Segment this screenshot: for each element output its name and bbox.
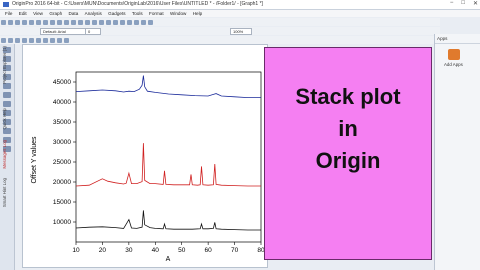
style-toolbar [0, 36, 440, 44]
window-title: OriginPro 2016 64-bit - C:\Users\MUN\Doc… [12, 1, 263, 7]
data-selector-icon[interactable] [3, 83, 11, 89]
new-matrix-icon[interactable] [50, 19, 55, 25]
tab-quick-help[interactable]: Quick Help [2, 108, 7, 129]
stack-plot-chart: 10 20 30 40 50 60 70 80 10000150002000025000300… [31, 71, 265, 263]
line-color-icon[interactable] [50, 37, 55, 43]
y-tick-label: 20000 [53, 179, 71, 186]
menu-format[interactable]: Format [149, 10, 164, 17]
y-tick-label: 45000 [53, 79, 71, 86]
superscript-icon[interactable] [22, 37, 27, 43]
standard-toolbar [0, 18, 440, 26]
series-line-1 [75, 75, 261, 98]
font-color-icon[interactable] [43, 37, 48, 43]
title-overlay-panel: Stack plot in Origin [264, 47, 432, 260]
series-line-3 [75, 210, 261, 231]
refresh-icon[interactable] [64, 19, 69, 25]
menu-edit[interactable]: Edit [19, 10, 27, 17]
y-axis-label: Offset Y values [31, 136, 38, 184]
overlay-line-2: in [338, 116, 358, 141]
bold-icon[interactable] [1, 37, 6, 43]
pattern-icon[interactable] [64, 37, 69, 43]
draw-data-icon[interactable] [3, 101, 11, 107]
rescale-icon[interactable] [78, 19, 83, 25]
x-tick-label: 50 [178, 247, 186, 254]
y-tick-label: 15000 [53, 199, 71, 206]
font-size-select[interactable]: 0 [85, 28, 101, 35]
y-tick-label: 25000 [53, 159, 71, 166]
menu-data[interactable]: Data [69, 10, 79, 17]
menu-file[interactable]: File [5, 10, 12, 17]
series-layer [75, 75, 261, 231]
menu-graph[interactable]: Graph [49, 10, 62, 17]
results-log-icon[interactable] [113, 19, 118, 25]
x-tick-label: 20 [99, 247, 107, 254]
menu-analysis[interactable]: Analysis [85, 10, 102, 17]
overlay-line-3: Origin [315, 148, 381, 173]
redo-icon[interactable] [148, 19, 153, 25]
x-axis-ticks: 10 20 30 40 50 60 70 80 [72, 242, 265, 254]
menu-gadgets[interactable]: Gadgets [108, 10, 125, 17]
y-tick-label: 10000 [53, 219, 71, 226]
undo-icon[interactable] [141, 19, 146, 25]
title-bar: OriginPro 2016 64-bit - C:\Users\MUN\Doc… [0, 0, 480, 10]
series-line-2 [75, 143, 261, 187]
x-tick-label: 60 [205, 247, 213, 254]
menu-window[interactable]: Window [170, 10, 186, 17]
x-tick-label: 70 [231, 247, 239, 254]
italic-icon[interactable] [8, 37, 13, 43]
project-icon[interactable] [120, 19, 125, 25]
underline-icon[interactable] [15, 37, 20, 43]
zoom-select[interactable]: 100% [230, 28, 252, 35]
minimize-button[interactable]: − [450, 0, 454, 9]
maximize-button[interactable]: □ [461, 0, 465, 9]
plot-frame [75, 71, 262, 243]
origin-app-icon [3, 2, 9, 7]
tab-project-explorer[interactable]: Project Explorer (1) [2, 46, 7, 84]
mask-tool-icon[interactable] [3, 92, 11, 98]
legend-icon[interactable] [92, 19, 97, 25]
greek-icon[interactable] [36, 37, 41, 43]
code-builder-icon[interactable] [127, 19, 132, 25]
x-axis-label: A [166, 256, 171, 263]
add-apps-label[interactable]: Add Apps [444, 62, 463, 67]
y-tick-label: 40000 [53, 99, 71, 106]
save-icon[interactable] [15, 19, 20, 25]
layer-icon[interactable] [99, 19, 104, 25]
copy-icon[interactable] [29, 19, 34, 25]
subscript-icon[interactable] [29, 37, 34, 43]
x-tick-label: 40 [152, 247, 160, 254]
add-layer-icon[interactable] [85, 19, 90, 25]
graph-window[interactable]: 10 20 30 40 50 60 70 80 10000 15000 20000 25000 300… [22, 44, 268, 268]
duplicate-icon[interactable] [134, 19, 139, 25]
apps-panel: Apps Add Apps [434, 34, 480, 270]
menu-bar: File Edit View Graph Data Analysis Gadge… [0, 10, 480, 17]
y-tick-label: 30000 [53, 139, 71, 146]
menu-view[interactable]: View [33, 10, 43, 17]
y-tick-label: 35000 [53, 119, 71, 126]
close-button[interactable]: ✕ [473, 0, 478, 9]
print-icon[interactable] [22, 19, 27, 25]
new-workbook-icon[interactable] [43, 19, 48, 25]
tab-smart-hint-log[interactable]: Smart Hint Log [2, 178, 7, 207]
import-icon[interactable] [57, 19, 62, 25]
open-icon[interactable] [8, 19, 13, 25]
new-graph-icon[interactable] [36, 19, 41, 25]
menu-help[interactable]: Help [193, 10, 202, 17]
chart-axes [75, 71, 262, 243]
format-toolbar: Default: Arial 0 100% [0, 27, 440, 35]
overlay-line-1: Stack plot [295, 84, 401, 109]
new-project-icon[interactable] [1, 19, 6, 25]
add-apps-icon[interactable] [448, 49, 460, 60]
script-icon[interactable] [106, 19, 111, 25]
x-tick-label: 10 [72, 247, 80, 254]
menu-tools[interactable]: Tools [132, 10, 143, 17]
y-axis-ticks: 10000 15000 20000 25000 30000 35000 40000 45000 [53, 79, 76, 226]
tab-messages-log[interactable]: Messages Log [2, 140, 7, 169]
window-controls: − □ ✕ [450, 0, 478, 9]
x-tick-label: 30 [125, 247, 133, 254]
apps-header: Apps [435, 34, 480, 44]
font-select[interactable]: Default: Arial [40, 28, 86, 35]
fill-color-icon[interactable] [57, 37, 62, 43]
zoom-icon[interactable] [71, 19, 76, 25]
